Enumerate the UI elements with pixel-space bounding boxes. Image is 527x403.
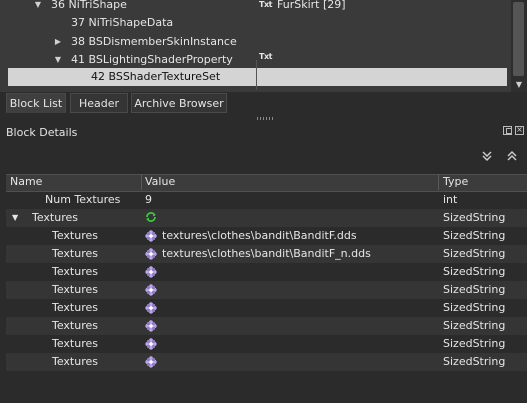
texture-flower-icon <box>145 302 157 314</box>
txt-icon: Txt <box>259 0 272 9</box>
texture-flower-icon <box>145 338 157 350</box>
splitter-grip[interactable] <box>257 117 275 120</box>
block-list-tree[interactable]: ▼ 36 NiTriShape Txt FurSkirt [29] 37 NiT… <box>0 0 511 92</box>
txt-icon: Txt <box>259 52 272 61</box>
row-type: SizedString <box>443 265 506 278</box>
row-type: SizedString <box>443 301 506 314</box>
table-row[interactable]: Textures SizedString <box>6 299 527 317</box>
table-row[interactable]: ▼ Textures SizedString <box>6 209 527 227</box>
table-row[interactable]: Textures SizedString <box>6 281 527 299</box>
table-row[interactable]: Textures textures\clothes\bandit\BanditF… <box>6 245 527 263</box>
expand-arrow-icon[interactable]: ▼ <box>12 209 18 227</box>
tree-row-nitrishapedata[interactable]: 37 NiTriShapeData <box>0 14 511 32</box>
tree-row-label: 42 BSShaderTextureSet <box>91 70 221 83</box>
row-value[interactable]: 9 <box>145 191 152 209</box>
texture-flower-icon <box>145 320 157 332</box>
expand-arrow-icon[interactable]: ▼ <box>33 0 43 14</box>
column-header-value[interactable]: Value <box>145 174 175 190</box>
row-name: Textures <box>52 247 98 260</box>
tab-block-list[interactable]: Block List <box>6 93 66 113</box>
row-name: Textures <box>52 301 98 314</box>
header-divider <box>141 174 142 190</box>
row-name: Textures <box>52 283 98 296</box>
row-type: int <box>443 193 458 206</box>
row-type: SizedString <box>443 355 506 368</box>
expand-arrow-icon[interactable]: ▼ <box>53 51 63 69</box>
texture-flower-icon <box>145 266 157 278</box>
row-value[interactable]: textures\clothes\bandit\BanditF_n.dds <box>162 245 371 263</box>
scrollbar-thumb[interactable] <box>513 2 524 76</box>
float-panel-icon[interactable] <box>503 126 512 135</box>
row-name: Textures <box>52 337 98 350</box>
row-name: Textures <box>52 265 98 278</box>
row-type: SizedString <box>443 337 506 350</box>
column-header-type[interactable]: Type <box>443 174 468 190</box>
texture-flower-icon <box>145 230 157 242</box>
column-divider <box>256 60 257 90</box>
expand-all-chevrons-icon[interactable] <box>480 149 494 163</box>
row-name: Textures <box>52 319 98 332</box>
row-name: Textures <box>32 211 78 224</box>
texture-flower-icon <box>145 248 157 260</box>
collapse-all-chevrons-icon[interactable] <box>505 149 519 163</box>
tree-row-label: 36 NiTriShape <box>51 0 127 11</box>
tree-row-name: FurSkirt [29] <box>277 0 346 11</box>
scroll-down-arrow-icon[interactable]: ▼ <box>511 78 527 92</box>
texture-flower-icon <box>145 284 157 296</box>
tree-row-bsdismemberskininstance[interactable]: ▶ 38 BSDismemberSkinInstance <box>0 33 511 51</box>
texture-flower-icon <box>145 356 157 368</box>
collapse-arrow-icon[interactable]: ▶ <box>53 33 63 51</box>
tree-row-nitrishape[interactable]: ▼ 36 NiTriShape Txt FurSkirt [29] <box>0 0 511 14</box>
row-type: SizedString <box>443 247 506 260</box>
row-type: SizedString <box>443 229 506 242</box>
table-row[interactable]: Num Textures 9 int <box>6 191 527 209</box>
table-row[interactable]: Textures SizedString <box>6 317 527 335</box>
details-empty-area <box>6 371 527 403</box>
tab-header[interactable]: Header <box>70 93 128 113</box>
header-divider <box>438 174 439 190</box>
tree-row-label: 41 BSLightingShaderProperty <box>71 53 233 66</box>
table-row[interactable]: Textures SizedString <box>6 335 527 353</box>
column-header-name[interactable]: Name <box>10 174 42 190</box>
tree-row-label: 37 NiTriShapeData <box>71 16 174 29</box>
tree-row-bsshadertextureset[interactable]: 42 BSShaderTextureSet <box>8 68 507 86</box>
row-value[interactable]: textures\clothes\bandit\BanditF.dds <box>162 227 357 245</box>
row-name: Textures <box>52 355 98 368</box>
table-row[interactable]: Textures textures\clothes\bandit\BanditF… <box>6 227 527 245</box>
row-type: SizedString <box>443 283 506 296</box>
row-type: SizedString <box>443 319 506 332</box>
block-details-title: Block Details <box>6 126 78 139</box>
refresh-icon[interactable] <box>145 211 157 223</box>
table-row[interactable]: Textures SizedString <box>6 353 527 371</box>
tab-archive-browser[interactable]: Archive Browser <box>131 93 227 113</box>
row-name: Num Textures <box>45 193 121 206</box>
tree-row-label: 38 BSDismemberSkinInstance <box>71 35 237 48</box>
row-type: SizedString <box>443 211 506 224</box>
close-panel-icon[interactable]: × <box>515 125 524 135</box>
table-row[interactable]: Textures SizedString <box>6 263 527 281</box>
row-name: Textures <box>52 229 98 242</box>
